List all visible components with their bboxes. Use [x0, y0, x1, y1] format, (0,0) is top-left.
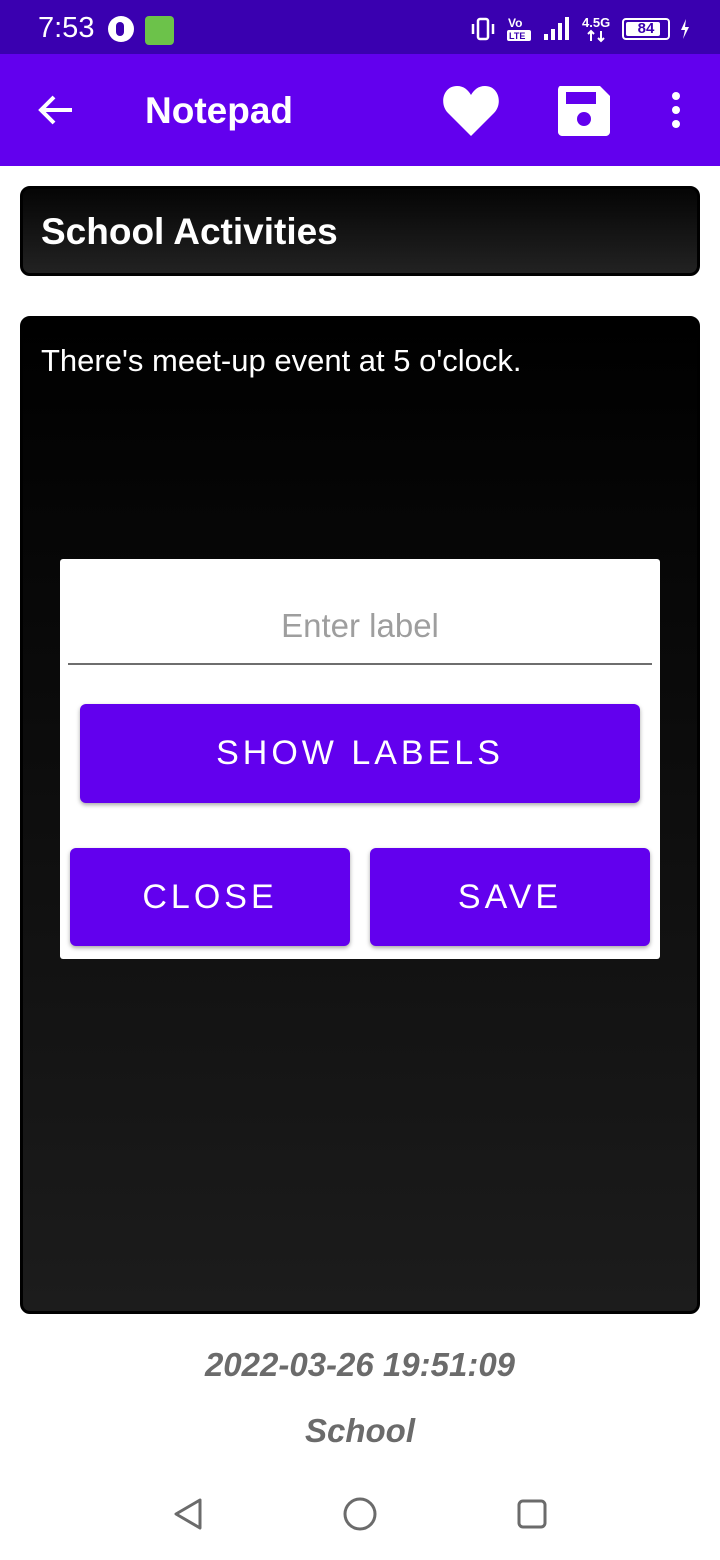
nav-recents-icon[interactable]: [510, 1492, 554, 1536]
arrow-back-icon[interactable]: [34, 88, 78, 132]
svg-text:LTE: LTE: [509, 31, 525, 41]
nav-home-icon[interactable]: [338, 1492, 382, 1536]
vibrate-icon: [471, 17, 495, 41]
signal-icon: [544, 17, 569, 40]
status-time: 7:53: [38, 12, 95, 44]
note-timestamp: 2022-03-26 19:51:09: [204, 1346, 516, 1383]
status-bar: 7:53 Vo LTE 4.5G 84: [0, 0, 720, 54]
label-dialog: SHOW LABELS CLOSE SAVE: [60, 559, 660, 959]
svg-text:Vo: Vo: [508, 16, 522, 30]
label-input[interactable]: [68, 589, 652, 665]
network-type-icon: 4.5G: [582, 15, 610, 43]
note-body: There's meet-up event at 5 o'clock.: [41, 343, 522, 378]
save-label-button[interactable]: SAVE: [370, 848, 650, 946]
heart-icon[interactable]: [442, 82, 500, 138]
volte-icon: Vo LTE: [507, 16, 531, 41]
battery-icon: 84: [622, 18, 670, 40]
close-button[interactable]: CLOSE: [70, 848, 350, 946]
notification-home-icon: [145, 16, 174, 45]
note-title: School Activities: [41, 211, 338, 252]
network-type-label: 4.5G: [582, 15, 610, 30]
charging-icon: [681, 19, 689, 39]
system-nav-bar: [0, 1470, 720, 1560]
status-indicators: Vo LTE 4.5G 84: [470, 14, 690, 44]
nav-back-icon[interactable]: [166, 1492, 210, 1536]
notification-app-icon: [108, 16, 134, 42]
battery-level: 84: [637, 20, 655, 37]
more-vert-icon[interactable]: [662, 90, 690, 130]
note-label: School: [304, 1412, 415, 1449]
app-bar: Notepad: [0, 54, 720, 166]
floppy-save-icon[interactable]: [556, 84, 612, 136]
app-title: Notepad: [145, 90, 293, 131]
show-labels-button[interactable]: SHOW LABELS: [80, 704, 640, 803]
note-title-field[interactable]: School Activities: [20, 186, 700, 276]
